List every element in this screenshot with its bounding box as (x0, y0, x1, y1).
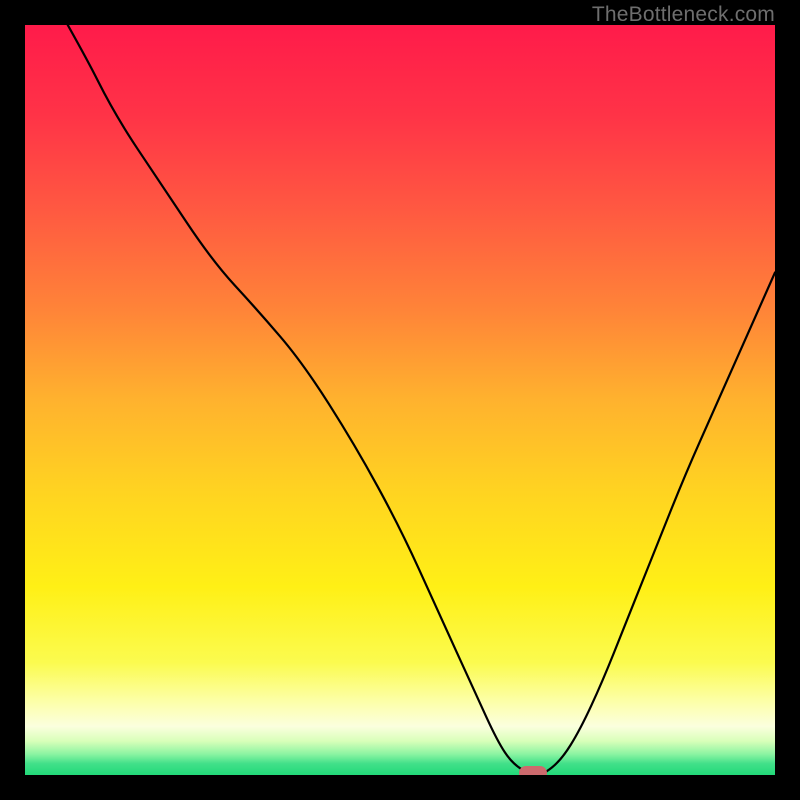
plot-area (25, 25, 775, 775)
outer-frame: TheBottleneck.com (0, 0, 800, 800)
minimum-marker (519, 766, 547, 775)
bottleneck-curve (25, 25, 775, 775)
watermark-text: TheBottleneck.com (592, 3, 775, 27)
